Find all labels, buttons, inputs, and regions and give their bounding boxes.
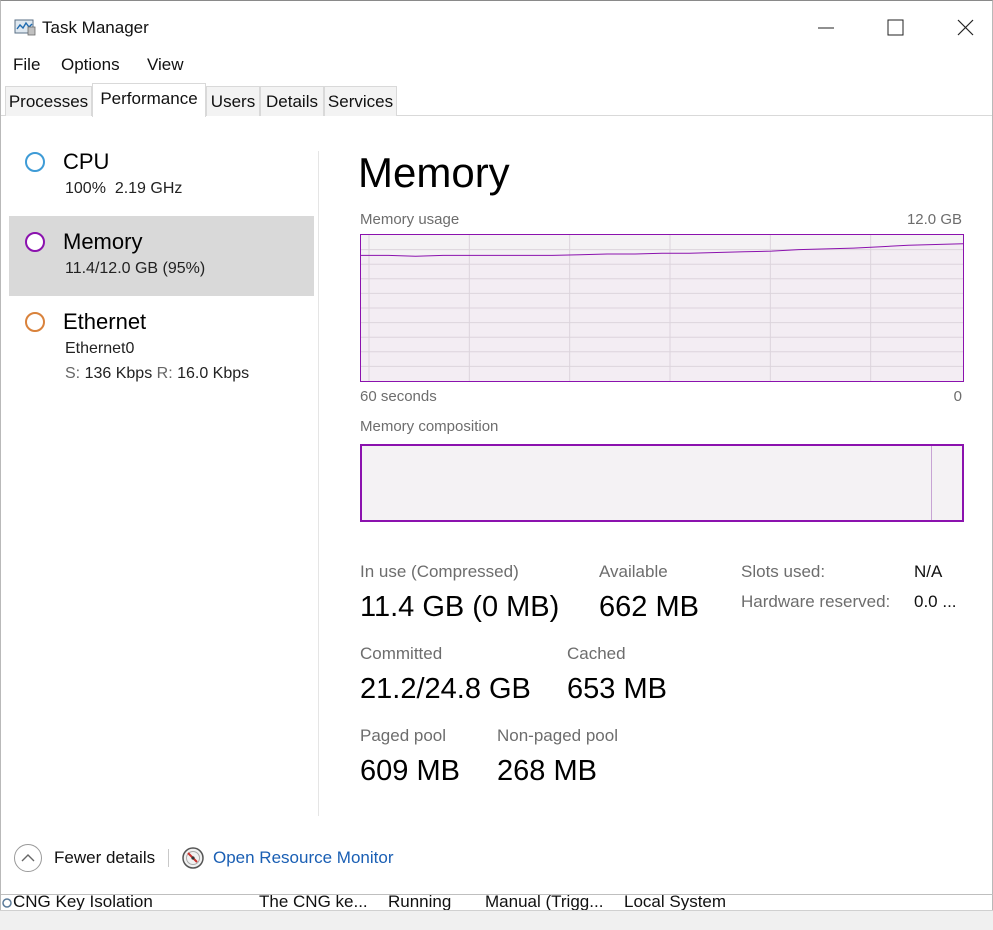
service-logon: Local System bbox=[624, 894, 727, 911]
memory-usage-label: Memory usage bbox=[360, 211, 460, 228]
open-resource-monitor-link[interactable]: Open Resource Monitor bbox=[213, 848, 393, 868]
minimize-icon bbox=[818, 27, 834, 29]
background-services-row: CNG Key Isolation The CNG ke... Running … bbox=[1, 894, 993, 911]
service-name: CNG Key Isolation bbox=[13, 894, 153, 911]
sidebar-item-detail: 11.4/12.0 GB (95%) bbox=[65, 260, 206, 277]
task-manager-window: Task Manager File Options View Processes… bbox=[0, 0, 993, 911]
available-label: Available bbox=[599, 562, 668, 581]
send-key: S: bbox=[65, 365, 81, 382]
menu-view[interactable]: View bbox=[147, 55, 184, 75]
service-status: Running bbox=[388, 894, 452, 911]
tab-processes[interactable]: Processes bbox=[5, 86, 92, 116]
hardware-reserved-label: Hardware reserved: bbox=[741, 592, 891, 611]
cached-value: 653 MB bbox=[567, 673, 667, 705]
tab-users[interactable]: Users bbox=[206, 86, 260, 116]
resource-monitor-icon[interactable] bbox=[181, 846, 205, 870]
sidebar-item-label: CPU bbox=[63, 149, 110, 174]
composition-in-use-divider bbox=[931, 446, 932, 520]
close-button[interactable] bbox=[941, 9, 987, 47]
non-paged-pool-value: 268 MB bbox=[497, 755, 597, 787]
title-bar[interactable]: Task Manager bbox=[1, 1, 992, 51]
memory-usage-chart bbox=[361, 235, 964, 381]
tab-services[interactable]: Services bbox=[324, 86, 397, 116]
cpu-ring-icon bbox=[25, 152, 45, 172]
committed-value: 21.2/24.8 GB bbox=[360, 673, 531, 705]
ethernet-ring-icon bbox=[25, 312, 45, 332]
paged-pool-value: 609 MB bbox=[360, 755, 460, 787]
hardware-reserved-value: 0.0 ... bbox=[914, 592, 957, 611]
memory-usage-graph bbox=[360, 234, 964, 382]
memory-usage-max: 12.0 GB bbox=[906, 211, 962, 228]
receive-value: 16.0 Kbps bbox=[177, 365, 250, 382]
service-gear-icon bbox=[2, 897, 12, 908]
non-paged-pool-label: Non-paged pool bbox=[497, 726, 618, 745]
sidebar-item-label: Ethernet bbox=[63, 309, 147, 334]
chevron-up-icon bbox=[21, 854, 35, 862]
sidebar-item-adapter: Ethernet0 bbox=[65, 340, 135, 357]
minimize-button[interactable] bbox=[801, 9, 847, 47]
tab-bar: Processes Performance Users Details Serv… bbox=[1, 81, 992, 117]
service-startup-type: Manual (Trigg... bbox=[485, 894, 604, 911]
slots-used-value: N/A bbox=[914, 562, 943, 581]
receive-key: R: bbox=[156, 365, 173, 382]
paged-pool-label: Paged pool bbox=[360, 726, 447, 745]
cached-label: Cached bbox=[567, 644, 626, 663]
bottom-strip bbox=[0, 910, 993, 930]
memory-ring-icon bbox=[25, 232, 45, 252]
in-use-value: 11.4 GB (0 MB) bbox=[360, 591, 560, 623]
send-value: 136 Kbps bbox=[84, 365, 153, 382]
sidebar-item-label: Memory bbox=[63, 229, 143, 254]
graph-axis-left: 60 seconds bbox=[360, 388, 437, 405]
menu-options[interactable]: Options bbox=[61, 55, 120, 75]
in-use-label: In use (Compressed) bbox=[360, 562, 519, 581]
service-description: The CNG ke... bbox=[259, 894, 368, 911]
memory-composition-label: Memory composition bbox=[360, 418, 499, 435]
sidebar-item-memory[interactable]: Memory 11.4/12.0 GB (95%) bbox=[9, 216, 314, 296]
maximize-icon bbox=[887, 19, 904, 36]
close-icon bbox=[957, 19, 974, 36]
graph-axis-right: 0 bbox=[953, 388, 962, 405]
available-value: 662 MB bbox=[599, 591, 699, 623]
fewer-details-button[interactable]: Fewer details bbox=[54, 848, 155, 868]
memory-composition-bar bbox=[360, 444, 964, 522]
sidebar-item-cpu[interactable]: CPU 100% 2.19 GHz bbox=[9, 141, 314, 211]
window-title: Task Manager bbox=[42, 18, 149, 37]
sidebar-item-ethernet[interactable]: Ethernet Ethernet0 S: 136 Kbps R: 16.0 K… bbox=[9, 301, 314, 396]
page-title: Memory bbox=[358, 149, 510, 196]
footer-separator bbox=[168, 849, 169, 867]
maximize-button[interactable] bbox=[871, 9, 917, 47]
slots-used-label: Slots used: bbox=[741, 562, 826, 581]
menu-file[interactable]: File bbox=[13, 55, 40, 75]
service-name-cell: CNG Key Isolation bbox=[1, 894, 153, 911]
menu-bar: File Options View bbox=[1, 51, 992, 79]
task-manager-icon bbox=[14, 19, 36, 36]
tab-performance[interactable]: Performance bbox=[92, 83, 206, 117]
sidebar-item-detail: 100% 2.19 GHz bbox=[65, 180, 183, 197]
panel-divider[interactable] bbox=[318, 151, 319, 816]
tab-details[interactable]: Details bbox=[260, 86, 324, 116]
sidebar-item-throughput: S: 136 Kbps R: 16.0 Kbps bbox=[65, 365, 249, 383]
committed-label: Committed bbox=[360, 644, 443, 663]
fewer-details-icon[interactable] bbox=[14, 844, 42, 872]
